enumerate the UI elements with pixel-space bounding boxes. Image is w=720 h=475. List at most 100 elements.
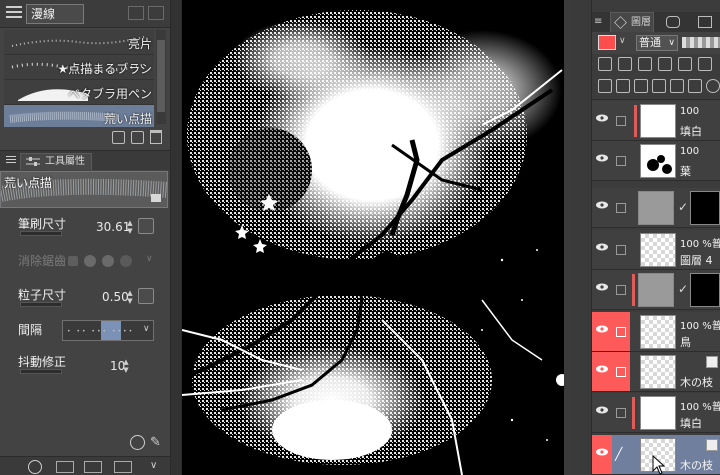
layer-row[interactable]: 100 木の枝: [592, 352, 720, 392]
reset-icon[interactable]: [130, 435, 145, 450]
tab-other[interactable]: [692, 12, 718, 32]
tab-layers[interactable]: 圖層: [610, 12, 654, 32]
lock-toggle[interactable]: [612, 230, 630, 269]
panel-divider[interactable]: [170, 0, 182, 475]
duplicate-layer-icon[interactable]: [670, 79, 684, 93]
brush-list-scrollbar[interactable]: [156, 30, 166, 124]
tab-icon[interactable]: [84, 461, 102, 473]
layer-row[interactable]: 100 %普 填白: [592, 393, 720, 433]
tab-icon[interactable]: [56, 461, 74, 473]
mask-icon[interactable]: [678, 57, 692, 71]
brush-size-slider[interactable]: [20, 231, 62, 236]
layer-name: 鳥: [680, 336, 691, 349]
layer-color-swatch[interactable]: [598, 35, 616, 50]
visibility-toggle[interactable]: [592, 101, 612, 140]
lock-toggle[interactable]: [612, 141, 630, 180]
more-icon[interactable]: [698, 57, 712, 71]
opacity-bar[interactable]: [682, 37, 720, 48]
layer-name: 木の枝: [680, 459, 713, 472]
layer-thumbnail: [638, 273, 674, 307]
drawing-canvas[interactable]: [182, 0, 564, 475]
particle-size-spinner[interactable]: ▲ ▼: [126, 289, 134, 305]
wrench-icon[interactable]: ✎: [150, 435, 165, 450]
blend-mode-select[interactable]: 普通 ∨: [636, 35, 678, 51]
minimize-icon[interactable]: [128, 6, 144, 20]
tab-tool-property[interactable]: 工具屬性: [20, 153, 92, 170]
brush-size-option-button[interactable]: [138, 218, 154, 234]
record-icon[interactable]: [28, 460, 42, 474]
brush-item-star-dots[interactable]: ★点描まるブラシ: [4, 55, 154, 80]
close-icon[interactable]: [148, 6, 164, 20]
visibility-toggle[interactable]: [592, 230, 612, 269]
lock-toggle[interactable]: [612, 188, 630, 227]
clip-icon[interactable]: [598, 57, 612, 71]
lock-toggle[interactable]: [612, 312, 630, 351]
layer-panel-scrollbar[interactable]: [570, 0, 592, 475]
lock-toggle[interactable]: [612, 393, 630, 432]
visibility-toggle[interactable]: [592, 352, 612, 391]
merge-down-icon[interactable]: [652, 79, 666, 93]
brush-item-sparkle[interactable]: 亮片: [4, 30, 154, 55]
tab-label: 工具屬性: [45, 156, 85, 167]
layer-panel: ≡ 圖層 ∨ 普通 ∨ 100 填白 100 葉 ✓ 100 %普 圖層 4 ✓…: [570, 0, 720, 475]
duplicate-icon[interactable]: [131, 131, 144, 144]
visibility-toggle[interactable]: [592, 188, 612, 227]
interval-selector[interactable]: • •• ••• •••• ∨: [62, 320, 154, 341]
reference-icon[interactable]: [618, 57, 632, 71]
tab-icon[interactable]: [114, 461, 132, 473]
stabilization-slider[interactable]: [20, 369, 62, 374]
lock-toggle[interactable]: [612, 270, 630, 309]
download-icon[interactable]: [112, 131, 125, 144]
mask-thumbnail: [690, 273, 720, 307]
history-icon: [666, 16, 680, 28]
menu-icon[interactable]: [6, 6, 22, 20]
layer-row[interactable]: ✓: [592, 188, 720, 228]
stabilization-spinner[interactable]: ▲ ▼: [122, 358, 130, 374]
layer-row[interactable]: ✓: [592, 270, 720, 310]
brush-size-spinner[interactable]: ▲ ▼: [126, 219, 134, 235]
anti-alias-options[interactable]: [66, 255, 138, 267]
brush-list-toolbar: [0, 127, 170, 147]
layer-row[interactable]: 100 %普 圖層 4: [592, 230, 720, 270]
sub-tool-title[interactable]: 漫線: [26, 4, 84, 24]
chevron-down-icon[interactable]: ∨: [619, 36, 626, 46]
menu-icon[interactable]: [6, 156, 16, 166]
visibility-toggle[interactable]: [592, 141, 612, 180]
anti-alias-row: 消除鋸齒 ∨: [4, 249, 164, 273]
layer-mask-icon[interactable]: [688, 79, 702, 93]
panel-icon: [698, 16, 712, 28]
lock-toggle[interactable]: [612, 352, 630, 391]
new-raster-layer-icon[interactable]: [598, 79, 612, 93]
layer-row[interactable]: 100 葉: [592, 141, 720, 181]
eye-icon: [596, 283, 608, 291]
visibility-toggle[interactable]: [592, 270, 612, 309]
lock-toggle[interactable]: ╱: [612, 435, 630, 474]
tab-history[interactable]: [658, 12, 688, 32]
particle-size-value[interactable]: 0.50: [102, 290, 129, 304]
chevron-down-icon[interactable]: ∨: [150, 460, 157, 471]
trash-icon[interactable]: [150, 130, 162, 144]
lock-icon[interactable]: [638, 57, 652, 71]
visibility-toggle[interactable]: [592, 435, 612, 474]
layer-color-mark: [632, 397, 635, 429]
visibility-toggle[interactable]: [592, 312, 612, 351]
chevron-down-icon[interactable]: ∨: [146, 254, 153, 264]
layer-thumbnail: [640, 355, 676, 389]
lock-toggle[interactable]: [612, 101, 630, 140]
brush-item-fill-pen[interactable]: ベタブラ用ペン: [4, 80, 154, 105]
transparency-lock-icon[interactable]: [658, 57, 672, 71]
layer-row[interactable]: 100 %普 鳥: [592, 312, 720, 352]
chevron-down-icon[interactable]: ∨: [143, 324, 150, 334]
layer-actions-row: [592, 74, 720, 100]
tool-property-tabbar: 工具屬性: [0, 150, 170, 170]
lock-icon[interactable]: [151, 194, 161, 202]
check-icon: ✓: [678, 200, 689, 214]
visibility-toggle[interactable]: [592, 393, 612, 432]
particle-size-slider[interactable]: [20, 302, 62, 307]
particle-option-button[interactable]: [138, 288, 154, 304]
new-vector-layer-icon[interactable]: [616, 79, 630, 93]
menu-icon[interactable]: ≡: [594, 12, 608, 32]
delete-layer-icon[interactable]: [706, 79, 720, 93]
layer-row[interactable]: 100 填白: [592, 101, 720, 141]
new-folder-icon[interactable]: [634, 79, 648, 93]
